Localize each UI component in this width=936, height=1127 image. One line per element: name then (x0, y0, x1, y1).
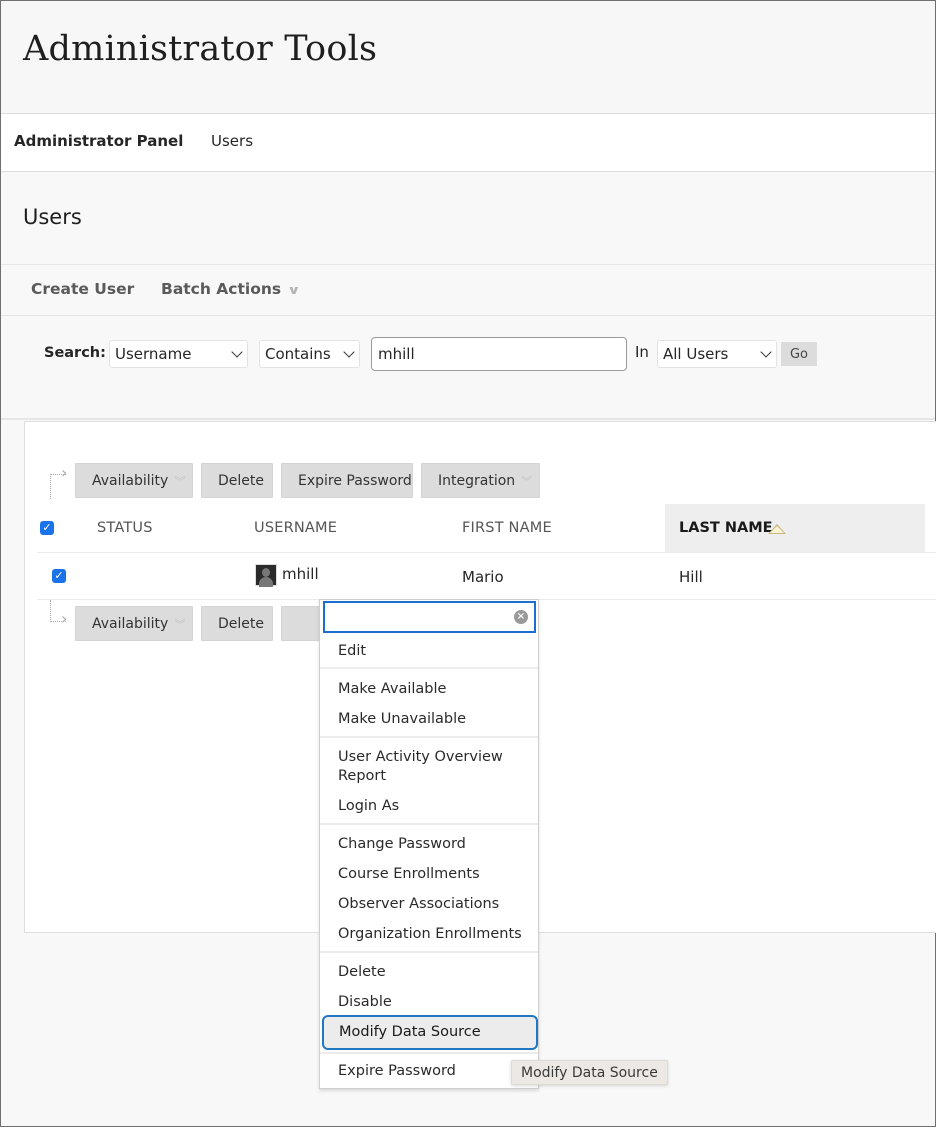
search-input[interactable] (371, 337, 627, 371)
chevron-down-icon (231, 346, 243, 358)
menu-item-modify-data-source[interactable]: Modify Data Source (322, 1015, 538, 1050)
menu-filter-input[interactable]: × (323, 601, 536, 633)
menu-item-make-available[interactable]: Make Available (338, 680, 446, 699)
search-bar: Search: Username Contains In All Users G… (1, 316, 935, 420)
menu-item-observer-associations[interactable]: Observer Associations (338, 895, 499, 914)
menu-item-edit[interactable]: Edit (338, 642, 366, 661)
search-field-value: Username (115, 345, 192, 363)
batch-actions-label: Batch Actions (161, 280, 282, 298)
menu-item-label-line1: User Activity Overview (338, 749, 503, 765)
page-title: Administrator Tools (23, 29, 378, 69)
integration-button[interactable]: Integration ︾ (421, 463, 540, 498)
search-scope-select[interactable]: All Users (657, 340, 777, 368)
menu-item-course-enrollments[interactable]: Course Enrollments (338, 865, 480, 884)
menu-divider (320, 951, 538, 953)
delete-button-bottom[interactable]: Delete (201, 606, 273, 641)
tooltip: Modify Data Source (511, 1060, 668, 1085)
username-cell[interactable]: mhill (282, 565, 319, 583)
sort-ascending-icon (768, 524, 786, 534)
in-label: In (635, 343, 649, 361)
bulk-action-arrow-icon (50, 600, 67, 628)
menu-item-disable[interactable]: Disable (338, 993, 392, 1012)
search-label: Search: (44, 345, 106, 361)
first-name-cell: Mario (462, 568, 504, 586)
availability-button[interactable]: Availability ︾ (75, 463, 193, 498)
breadcrumb: Administrator Panel Users (1, 114, 935, 172)
last-name-cell: Hill (679, 568, 703, 586)
chevron-down-icon: ∨ (287, 283, 301, 297)
select-all-checkbox[interactable]: ✓ (40, 521, 54, 535)
divider (37, 552, 936, 553)
column-header-last-name-label: LAST NAME (679, 520, 773, 536)
availability-button-bottom[interactable]: Availability ︾ (75, 606, 193, 641)
menu-item-label: Modify Data Source (339, 1024, 481, 1040)
double-chevron-down-icon: ︾ (174, 474, 185, 488)
menu-item-change-password[interactable]: Change Password (338, 835, 466, 854)
page-header: Administrator Tools (1, 1, 935, 114)
breadcrumb-users: Users (211, 132, 254, 150)
menu-divider (320, 823, 538, 825)
batch-actions-button[interactable]: Batch Actions ∨ (161, 280, 301, 298)
menu-divider (320, 736, 538, 738)
search-operator-value: Contains (265, 345, 331, 363)
column-header-last-name[interactable]: LAST NAME (665, 504, 925, 553)
bulk-action-arrow-icon (50, 463, 67, 499)
menu-item-organization-enrollments[interactable]: Organization Enrollments (338, 925, 522, 944)
section-title: Users (23, 205, 82, 229)
availability-label: Availability (92, 472, 169, 489)
search-field-select[interactable]: Username (109, 340, 248, 368)
double-chevron-down-icon: ︾ (521, 474, 532, 488)
menu-item-login-as[interactable]: Login As (338, 797, 399, 816)
go-button[interactable]: Go (781, 342, 817, 366)
clear-icon[interactable]: × (514, 610, 528, 624)
delete-button[interactable]: Delete (201, 463, 273, 498)
menu-divider (320, 667, 538, 669)
menu-item-delete[interactable]: Delete (338, 963, 386, 982)
section-header: Users (1, 172, 935, 265)
search-scope-value: All Users (663, 345, 729, 363)
expire-password-button[interactable]: Expire Password (281, 463, 413, 498)
user-context-menu: × Edit Make Available Make Unavailable U… (319, 599, 539, 1089)
chevron-down-icon (343, 346, 355, 358)
column-header-first-name[interactable]: FIRST NAME (462, 520, 552, 536)
breadcrumb-administrator-panel[interactable]: Administrator Panel (14, 132, 183, 150)
menu-divider (320, 1052, 538, 1054)
menu-item-expire-password[interactable]: Expire Password (338, 1062, 456, 1081)
search-operator-select[interactable]: Contains (259, 340, 360, 368)
availability-label: Availability (92, 615, 169, 632)
action-bar: Create User Batch Actions ∨ (1, 265, 935, 316)
avatar (255, 564, 277, 587)
double-chevron-down-icon: ︾ (174, 617, 185, 631)
chevron-down-icon (760, 346, 772, 358)
column-header-username[interactable]: USERNAME (254, 520, 337, 536)
create-user-button[interactable]: Create User (31, 280, 134, 298)
menu-item-make-unavailable[interactable]: Make Unavailable (338, 710, 466, 729)
row-checkbox[interactable]: ✓ (52, 569, 66, 583)
menu-item-label-line2: Report (338, 768, 387, 784)
column-header-status[interactable]: STATUS (97, 520, 153, 536)
integration-label: Integration (438, 472, 516, 489)
menu-item-user-activity-overview-report[interactable]: User Activity Overview Report (338, 748, 503, 786)
